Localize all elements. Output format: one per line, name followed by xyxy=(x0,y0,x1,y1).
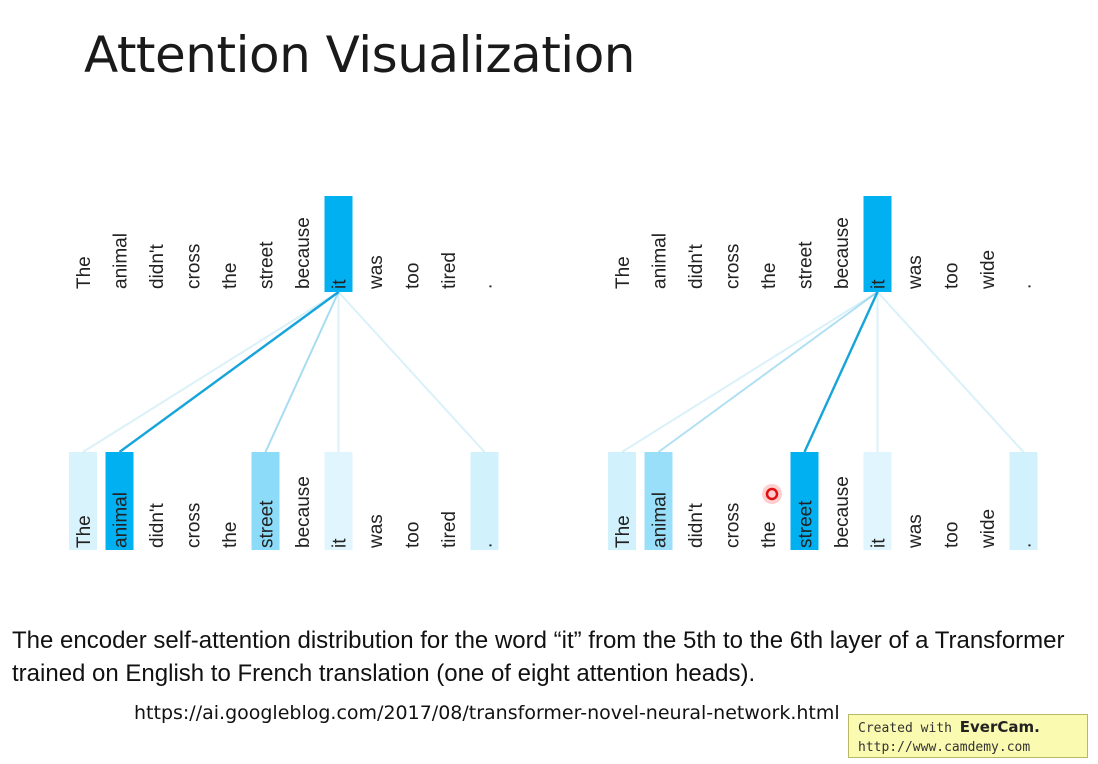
bottom-word: . xyxy=(1015,543,1036,548)
bottom-word: street xyxy=(796,500,817,548)
top-word: tired xyxy=(439,252,460,289)
bottom-word: because xyxy=(293,476,314,548)
top-word: was xyxy=(366,255,387,290)
attention-diagrams: The The animal animal didn't didn't cross cross… xyxy=(69,196,1038,550)
top-word: wide xyxy=(978,250,999,290)
watermark-prefix: Created with xyxy=(858,721,952,736)
top-word: because xyxy=(832,217,853,289)
figure-caption: The encoder self-attention distribution … xyxy=(12,627,1065,687)
attention-line xyxy=(118,291,340,453)
top-word: The xyxy=(613,256,634,289)
top-word: cross xyxy=(184,244,205,289)
bottom-word: was xyxy=(905,514,926,549)
top-word: the xyxy=(759,263,780,289)
top-word: animal xyxy=(111,233,132,289)
attention-weight-highlight xyxy=(470,452,499,550)
top-word: street xyxy=(796,241,817,289)
top-word: too xyxy=(403,263,424,289)
watermark-url: http://www.camdemy.com xyxy=(858,740,1031,755)
attention-line xyxy=(657,291,879,453)
top-word: The xyxy=(74,256,95,289)
attention-diagram-1: The The animal animal didn't didn't cross cross… xyxy=(69,196,499,550)
attention-diagram-2: The The animal animal didn't didn't cross cross… xyxy=(608,196,1038,550)
top-word: . xyxy=(1015,284,1036,289)
bottom-word: didn't xyxy=(686,502,707,548)
bottom-word: animal xyxy=(650,492,671,548)
attention-line xyxy=(82,291,340,453)
bottom-word: . xyxy=(476,543,497,548)
evercam-watermark: Created with EverCam. http://www.camdemy… xyxy=(848,714,1088,758)
bottom-word: cross xyxy=(184,503,205,548)
bottom-word: it xyxy=(330,538,351,548)
attention-line xyxy=(876,291,1025,453)
top-word: was xyxy=(905,255,926,290)
attention-line xyxy=(337,291,486,453)
top-word: it xyxy=(869,279,890,289)
bottom-word: too xyxy=(942,522,963,548)
top-word: because xyxy=(293,217,314,289)
bottom-word: the xyxy=(220,522,241,548)
bottom-word: the xyxy=(759,522,780,548)
top-word: . xyxy=(476,284,497,289)
attention-weight-highlight xyxy=(1009,452,1038,550)
bottom-word: animal xyxy=(111,492,132,548)
attention-weight-highlight xyxy=(324,452,353,550)
bottom-word: didn't xyxy=(147,502,168,548)
top-word: animal xyxy=(650,233,671,289)
focus-word-highlight xyxy=(324,196,353,292)
source-url[interactable]: https://ai.googleblog.com/2017/08/transf… xyxy=(134,702,840,724)
top-word: it xyxy=(330,279,351,289)
bottom-word: was xyxy=(366,514,387,549)
bottom-word: it xyxy=(869,538,890,548)
bottom-word: tired xyxy=(439,511,460,548)
bottom-word: wide xyxy=(978,509,999,549)
bottom-word: because xyxy=(832,476,853,548)
cursor-glow xyxy=(762,484,782,504)
top-word: didn't xyxy=(686,243,707,289)
top-word: cross xyxy=(723,244,744,289)
bottom-word: too xyxy=(403,522,424,548)
attention-weight-highlight xyxy=(863,452,892,550)
bottom-word: street xyxy=(257,500,278,548)
top-word: didn't xyxy=(147,243,168,289)
bottom-word: cross xyxy=(723,503,744,548)
focus-word-highlight xyxy=(863,196,892,292)
top-word: the xyxy=(220,263,241,289)
top-word: street xyxy=(257,241,278,289)
watermark-brand: EverCam. xyxy=(959,718,1040,736)
top-word: too xyxy=(942,263,963,289)
bottom-word: The xyxy=(613,515,634,548)
bottom-word: The xyxy=(74,515,95,548)
attention-line xyxy=(621,291,879,453)
